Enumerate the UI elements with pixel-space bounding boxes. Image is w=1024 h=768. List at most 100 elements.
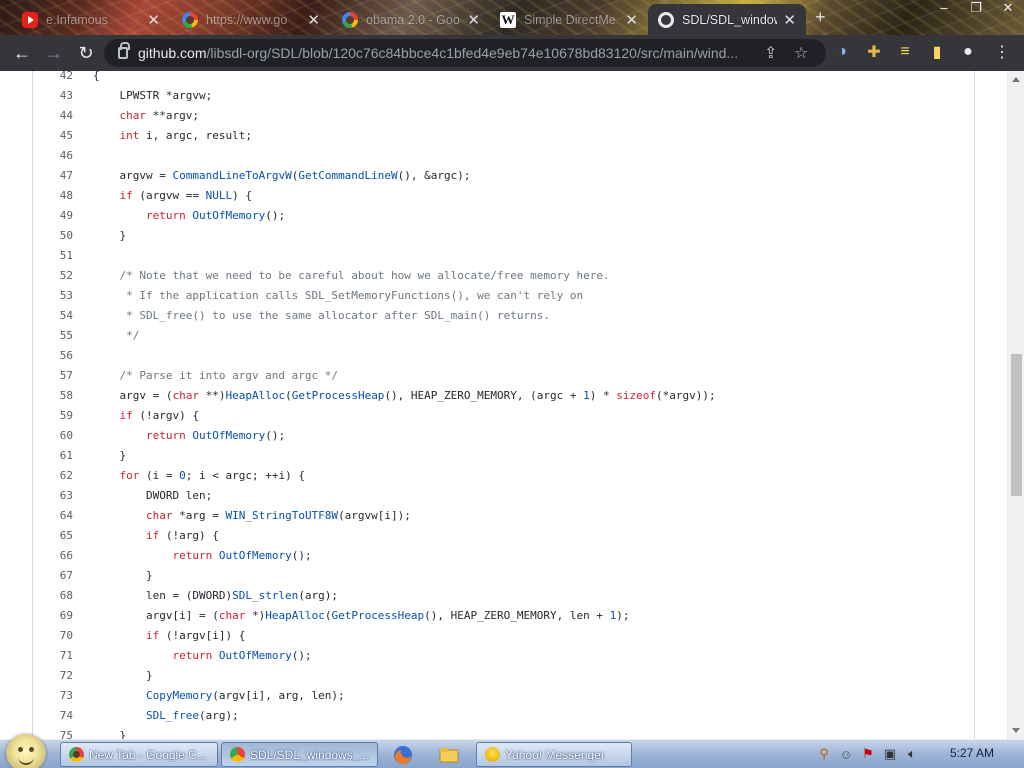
line-number[interactable]: 66 (32, 546, 73, 566)
code-token: (argvw[i]); (338, 509, 411, 522)
profile-avatar-icon[interactable]: ● (958, 42, 978, 62)
line-number[interactable]: 62 (32, 466, 73, 486)
code-line: 50 } (32, 226, 932, 246)
file-explorer-icon[interactable] (438, 744, 460, 766)
url-path: /libsdl-org/SDL/blob/120c76c84bbce4c1bfe… (206, 45, 738, 61)
code-token: (!argv) { (132, 409, 199, 422)
code-token: DWORD len; (93, 489, 213, 502)
code-line: 46 (32, 146, 932, 166)
line-number[interactable]: 46 (32, 146, 73, 166)
flag-icon[interactable]: ⚑ (859, 746, 877, 762)
taskbar-yahoo-messenger[interactable]: Yahoo! Messenger (476, 742, 632, 767)
network-icon[interactable]: ▣ (881, 746, 899, 762)
chrome-icon (69, 747, 84, 762)
tab-github-sdl[interactable]: SDL/SDL_window ✕ (648, 4, 806, 35)
line-number[interactable]: 54 (32, 306, 73, 326)
line-number[interactable]: 45 (32, 126, 73, 146)
google-icon (182, 11, 198, 28)
line-number[interactable]: 55 (32, 326, 73, 346)
code-line: 44 char **argv; (32, 106, 932, 126)
share-icon[interactable]: ⇪ (764, 43, 777, 63)
maximize-icon[interactable]: ❐ (960, 0, 992, 18)
search-magnifier-icon[interactable]: ⚲ (815, 746, 833, 762)
line-number[interactable]: 58 (32, 386, 73, 406)
media-queue-icon[interactable]: ≡ (895, 42, 915, 62)
line-number[interactable]: 70 (32, 626, 73, 646)
forward-arrow-icon[interactable]: → (38, 37, 70, 69)
tab-wikipedia[interactable]: W Simple DirectMe ✕ (490, 4, 648, 35)
scroll-up-arrow-icon[interactable] (1012, 77, 1020, 82)
page-scrollbar[interactable] (1007, 71, 1024, 739)
code-token: for (119, 469, 140, 482)
start-button-smiley-icon[interactable] (6, 734, 46, 768)
tab-google-search[interactable]: https://www.go ✕ (172, 4, 330, 35)
tab-google-obama[interactable]: obama 2.0 - Goo ✕ (332, 4, 490, 35)
back-arrow-icon[interactable]: ← (6, 37, 38, 69)
line-number[interactable]: 49 (32, 206, 73, 226)
line-number[interactable]: 64 (32, 506, 73, 526)
line-number[interactable]: 47 (32, 166, 73, 186)
bookmark-star-icon[interactable]: ☆ (794, 43, 808, 63)
scroll-down-arrow-icon[interactable] (1012, 728, 1020, 733)
line-number[interactable]: 56 (32, 346, 73, 366)
line-number[interactable]: 57 (32, 366, 73, 386)
close-icon[interactable]: ✕ (147, 11, 160, 29)
tab-youtube[interactable]: e.Infamous ✕ (12, 4, 170, 35)
new-tab-plus-icon[interactable]: + (815, 7, 826, 28)
line-number[interactable]: 68 (32, 586, 73, 606)
close-window-icon[interactable]: ✕ (992, 0, 1024, 18)
taskbar-sdl-chrome[interactable]: SDL/SDL_windows_... (221, 742, 378, 767)
line-number[interactable]: 73 (32, 686, 73, 706)
code-line: 55 */ (32, 326, 932, 346)
tab-title: obama 2.0 - Goo (366, 12, 460, 27)
close-icon[interactable]: ✕ (467, 11, 480, 29)
menu-kebab-icon[interactable]: ⋮ (992, 42, 1012, 62)
line-number[interactable]: 74 (32, 706, 73, 726)
line-number[interactable]: 52 (32, 266, 73, 286)
line-number[interactable]: 50 (32, 226, 73, 246)
line-number[interactable]: 44 (32, 106, 73, 126)
smiley-tray-icon[interactable]: ☺ (837, 746, 855, 762)
code-token: len = (DWORD) (93, 589, 233, 602)
line-number[interactable]: 63 (32, 486, 73, 506)
close-icon[interactable]: ✕ (307, 11, 320, 29)
extensions-puzzle-icon[interactable]: ✚ (864, 42, 884, 62)
line-number[interactable]: 43 (32, 86, 73, 106)
code-token: (), &argc); (397, 169, 471, 182)
code-token: return (172, 549, 213, 562)
line-number[interactable]: 59 (32, 406, 73, 426)
extension-badge-icon[interactable]: ◑ (832, 42, 852, 62)
line-number[interactable]: 69 (32, 606, 73, 626)
scroll-thumb[interactable] (1011, 354, 1022, 496)
address-bar[interactable]: github.com/libsdl-org/SDL/blob/120c76c84… (104, 39, 826, 67)
code-text: if (!argv) { (93, 406, 199, 426)
line-number[interactable]: 65 (32, 526, 73, 546)
code-line: 62 for (i = 0; i < argc; ++i) { (32, 466, 932, 486)
line-number[interactable]: 71 (32, 646, 73, 666)
line-number[interactable]: 51 (32, 246, 73, 266)
code-line: 56 (32, 346, 932, 366)
code-token: OutOfMemory (192, 209, 266, 222)
line-number[interactable]: 67 (32, 566, 73, 586)
line-number[interactable]: 61 (32, 446, 73, 466)
line-number[interactable]: 60 (32, 426, 73, 446)
code-token: */ (93, 329, 140, 342)
side-panel-icon[interactable]: ▮ (927, 42, 947, 62)
code-token: if (119, 409, 133, 422)
close-icon[interactable]: ✕ (625, 11, 638, 29)
firefox-icon[interactable] (392, 744, 414, 766)
line-number[interactable]: 48 (32, 186, 73, 206)
line-number[interactable]: 53 (32, 286, 73, 306)
line-number[interactable]: 72 (32, 666, 73, 686)
taskbar-new-tab-chrome[interactable]: New Tab - Google C... (60, 742, 218, 767)
close-icon[interactable]: ✕ (783, 11, 796, 29)
minimize-icon[interactable]: – (928, 0, 960, 18)
lock-icon (118, 42, 130, 59)
line-number[interactable]: 42 (32, 71, 73, 86)
code-token: (); (265, 429, 286, 442)
reload-icon[interactable]: ↻ (70, 37, 102, 69)
volume-icon[interactable]: 🔈︎ (903, 746, 921, 762)
taskbar-button-label: SDL/SDL_windows_... (250, 747, 370, 762)
